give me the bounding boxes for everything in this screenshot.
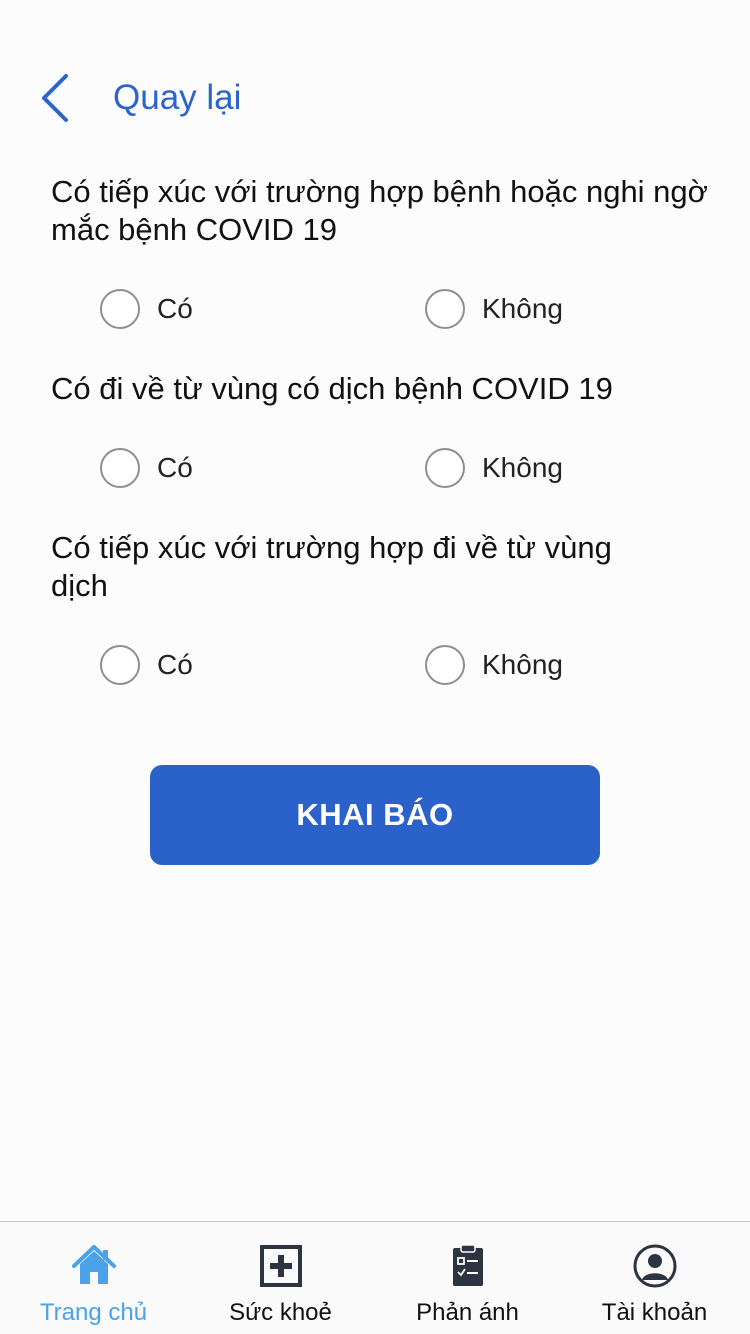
q2-option-no[interactable]: Không: [425, 446, 563, 490]
question-3: Có tiếp xúc với trường hợp đi về từ vùng…: [51, 530, 612, 603]
medical-cross-icon: [259, 1245, 302, 1287]
tab-label: Sức khoẻ: [229, 1299, 332, 1326]
radio-button[interactable]: [100, 645, 140, 685]
tab-label: Trang chủ: [39, 1299, 148, 1326]
option-label: Không: [482, 452, 563, 483]
tab-account[interactable]: Tài khoản: [561, 1222, 748, 1334]
clipboard-icon: [452, 1244, 483, 1286]
radio-button[interactable]: [425, 645, 465, 685]
option-label: Có: [157, 452, 193, 483]
q3-option-no[interactable]: Không: [425, 643, 563, 687]
radio-button[interactable]: [100, 289, 140, 329]
home-icon: [71, 1245, 116, 1284]
submit-declaration-button[interactable]: KHAI BÁO: [150, 765, 600, 865]
radio-button[interactable]: [425, 289, 465, 329]
question-2: Có đi về từ vùng có dịch bệnh COVID 19: [51, 371, 613, 406]
user-account-icon: [633, 1244, 676, 1288]
q3-option-yes[interactable]: Có: [100, 643, 193, 687]
chevron-left-icon: [42, 74, 68, 122]
tab-home[interactable]: Trang chủ: [0, 1222, 187, 1334]
tab-bar: Trang chủ Sức khoẻ Phản ánh Tài khoản: [0, 1221, 750, 1334]
tab-label: Phản ánh: [416, 1299, 519, 1326]
q1-option-yes[interactable]: Có: [100, 287, 193, 331]
option-label: Không: [482, 649, 563, 680]
option-label: Không: [482, 293, 563, 324]
radio-button[interactable]: [425, 448, 465, 488]
q2-option-yes[interactable]: Có: [100, 446, 193, 490]
tab-feedback[interactable]: Phản ánh: [374, 1222, 561, 1334]
question-1: Có tiếp xúc với trường hợp bệnh hoặc ngh…: [51, 174, 708, 247]
option-label: Có: [157, 293, 193, 324]
radio-button[interactable]: [100, 448, 140, 488]
option-label: Có: [157, 649, 193, 680]
tab-label: Tài khoản: [601, 1299, 708, 1326]
back-button[interactable]: Quay lại: [36, 70, 286, 126]
q1-option-no[interactable]: Không: [425, 287, 563, 331]
back-label: Quay lại: [113, 78, 242, 117]
tab-health[interactable]: Sức khoẻ: [187, 1222, 374, 1334]
header: Quay lại: [0, 60, 750, 135]
